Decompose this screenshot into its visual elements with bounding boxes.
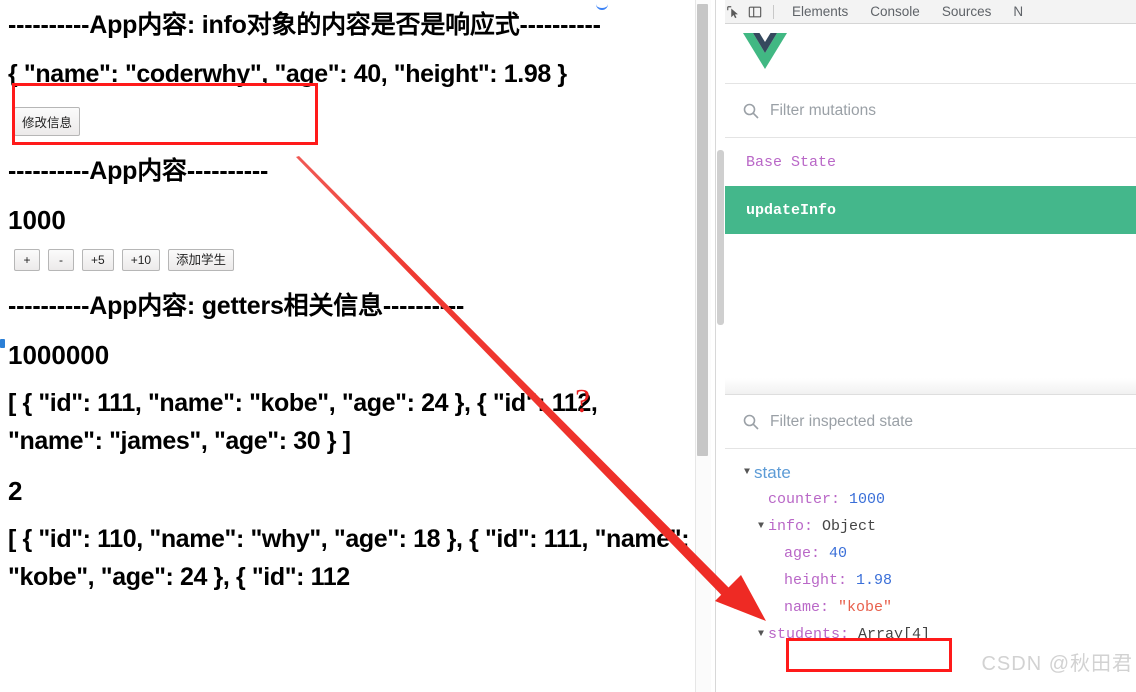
tab-sources[interactable]: Sources (931, 0, 1003, 24)
add-five-button[interactable]: +5 (82, 249, 114, 271)
info-object-output: { "name": "coderwhy", "age": 40, "height… (8, 60, 567, 88)
state-name-value: "kobe" (838, 599, 893, 616)
state-height-value: 1.98 (856, 572, 893, 589)
toolbar-divider (773, 4, 774, 19)
vue-logo-icon (742, 31, 788, 76)
devtools-scrollbar-thumb[interactable] (717, 150, 724, 325)
add-student-button[interactable]: 添加学生 (168, 249, 235, 271)
decrement-button[interactable]: - (48, 249, 74, 271)
search-icon (742, 102, 760, 120)
mutation-list-bottom-shade (716, 378, 1136, 395)
counter-value: 1000 (8, 205, 66, 235)
text-caret-artifact (0, 339, 5, 348)
state-counter-row: counter: 1000 (716, 486, 1136, 513)
state-students-key: students: (768, 626, 850, 643)
mutation-update-info[interactable]: updateInfo (716, 186, 1136, 234)
chevron-down-icon[interactable]: ▼ (754, 621, 768, 648)
state-name-key: name: (784, 599, 830, 616)
students-over-twenty-output: [ { "id": 111, "name": "kobe", "age": 24… (8, 389, 598, 455)
heading-getters-info: ----------App内容: getters相关信息---------- (8, 292, 465, 320)
inspected-state-filter-input[interactable]: Filter inspected state (770, 413, 913, 431)
mutations-filter-row[interactable]: Filter mutations (716, 84, 1136, 138)
mutations-filter-input[interactable]: Filter mutations (770, 102, 876, 120)
tab-elements[interactable]: Elements (781, 0, 859, 24)
counter-button-row: + - +5 +10 添加学生 (14, 249, 694, 271)
state-info-type: Object (822, 518, 877, 535)
state-root-row[interactable]: ▼ state (716, 459, 1136, 486)
devtools-tabbar: Elements Console Sources N (716, 0, 1136, 24)
add-ten-button[interactable]: +10 (121, 249, 161, 271)
state-height-key: height: (784, 572, 848, 589)
inspected-state-filter-row[interactable]: Filter inspected state (716, 395, 1136, 449)
state-age-key: age: (784, 545, 821, 562)
modify-info-button[interactable]: 修改信息 (14, 107, 81, 136)
browser-page-pane: ----------App内容: info对象的内容是否是响应式--------… (0, 0, 710, 692)
screenshot-root: ----------App内容: info对象的内容是否是响应式--------… (0, 0, 1136, 692)
mutation-base-state[interactable]: Base State (716, 138, 1136, 186)
chevron-down-icon[interactable]: ▼ (740, 459, 754, 486)
tab-network[interactable]: N (1002, 0, 1034, 24)
search-icon (742, 413, 760, 431)
mutation-list-empty-space (716, 234, 1136, 378)
state-students-type: Array[4] (858, 626, 931, 643)
state-root-label: state (754, 463, 791, 482)
csdn-watermark: CSDN @秋田君 (981, 653, 1133, 675)
state-info-name-row: name: "kobe" (716, 594, 1136, 621)
state-students-row[interactable]: ▼ students: Array[4] (716, 621, 1136, 648)
toggle-device-toolbar-icon[interactable] (744, 3, 766, 21)
page-scrollbar-thumb[interactable] (697, 4, 708, 456)
double-counter-value: 1000000 (8, 340, 110, 370)
state-counter-value: 1000 (849, 491, 886, 508)
state-counter-key: counter: (768, 491, 841, 508)
tab-console[interactable]: Console (859, 0, 931, 24)
devtools-scrollbar-track[interactable] (716, 0, 725, 692)
vue-devtools-header (716, 24, 1136, 84)
page-content: ----------App内容: info对象的内容是否是响应式--------… (8, 0, 694, 608)
state-tree: ▼ state counter: 1000 ▼ info: Object age… (716, 449, 1136, 648)
students-all-output: [ { "id": 110, "name": "why", "age": 18 … (8, 525, 690, 591)
inspect-element-icon[interactable] (722, 3, 744, 21)
state-info-row[interactable]: ▼ info: Object (716, 513, 1136, 540)
state-info-age-row: age: 40 (716, 540, 1136, 567)
heading-app-content: ----------App内容---------- (8, 157, 269, 185)
heading-info-reactive: ----------App内容: info对象的内容是否是响应式--------… (8, 11, 601, 39)
increment-button[interactable]: + (14, 249, 40, 271)
students-count-value: 2 (8, 476, 23, 506)
devtools-pane: Elements Console Sources N Filter mutati… (715, 0, 1136, 692)
state-info-height-row: height: 1.98 (716, 567, 1136, 594)
state-info-key: info: (768, 518, 814, 535)
chevron-down-icon[interactable]: ▼ (754, 513, 768, 540)
mutation-list: Base State updateInfo (716, 138, 1136, 395)
state-age-value: 40 (829, 545, 848, 562)
